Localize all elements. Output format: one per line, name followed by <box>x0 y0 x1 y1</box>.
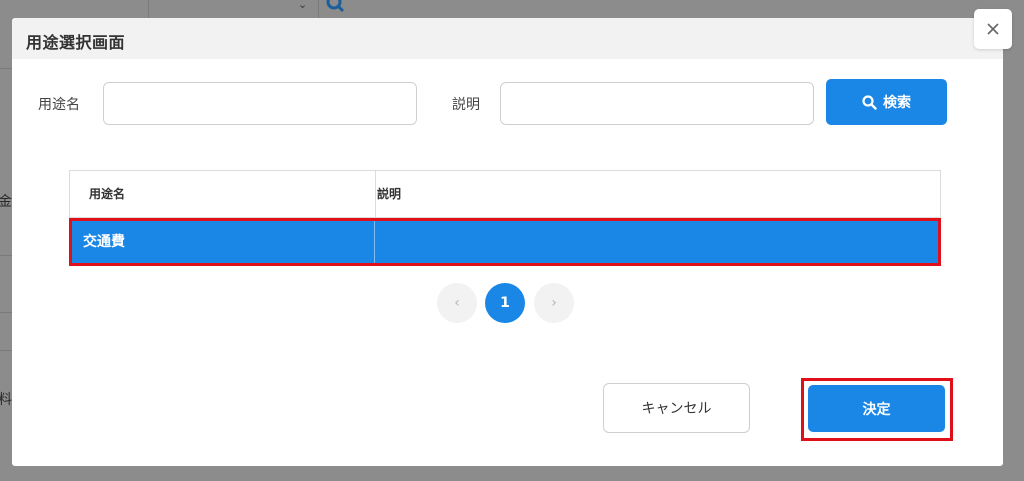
row-usage-name: 交通費 <box>83 234 125 250</box>
pagination-prev-button[interactable]: ‹ <box>437 283 477 323</box>
close-button[interactable] <box>974 9 1012 49</box>
column-divider <box>375 171 376 217</box>
close-icon <box>987 23 999 35</box>
pagination-next-button[interactable]: › <box>534 283 574 323</box>
table-row[interactable]: 交通費 <box>69 218 941 266</box>
background-divider <box>318 0 319 18</box>
search-button-label: 検索 <box>883 94 911 110</box>
chevron-right-icon: › <box>551 295 557 311</box>
background-label: 金 <box>0 194 12 210</box>
chevron-left-icon: ‹ <box>454 295 460 311</box>
dialog-header: 用途選択画面 <box>12 18 1003 59</box>
background-divider <box>0 68 12 69</box>
cancel-button[interactable]: キャンセル <box>603 383 750 433</box>
background-divider <box>148 0 149 18</box>
dialog-title: 用途選択画面 <box>26 33 126 52</box>
description-label: 説明 <box>452 97 480 113</box>
cancel-button-label: キャンセル <box>641 401 712 417</box>
usage-table: 用途名 説明 交通費 <box>69 170 941 266</box>
search-icon <box>862 94 877 110</box>
background-label: 料 <box>0 392 12 408</box>
confirm-button[interactable]: 決定 <box>808 385 945 432</box>
column-header-description: 説明 <box>377 187 402 201</box>
usage-name-label: 用途名 <box>38 97 80 113</box>
pagination-page-1[interactable]: 1 <box>485 283 525 323</box>
background-toolbar: ⌄ <box>0 0 1024 18</box>
search-button[interactable]: 検索 <box>826 79 947 125</box>
background-divider <box>0 350 12 351</box>
confirm-button-label: 決定 <box>862 401 891 418</box>
usage-name-input[interactable] <box>103 82 417 125</box>
column-divider <box>374 221 375 263</box>
selection-highlight <box>69 218 941 266</box>
background-divider <box>0 255 12 256</box>
search-icon <box>326 0 345 13</box>
column-header-usage-name: 用途名 <box>89 187 126 201</box>
background-divider <box>0 312 12 313</box>
chevron-down-icon: ⌄ <box>298 0 308 11</box>
page-number: 1 <box>500 295 510 311</box>
table-header: 用途名 説明 <box>69 170 941 218</box>
description-input[interactable] <box>500 82 814 125</box>
